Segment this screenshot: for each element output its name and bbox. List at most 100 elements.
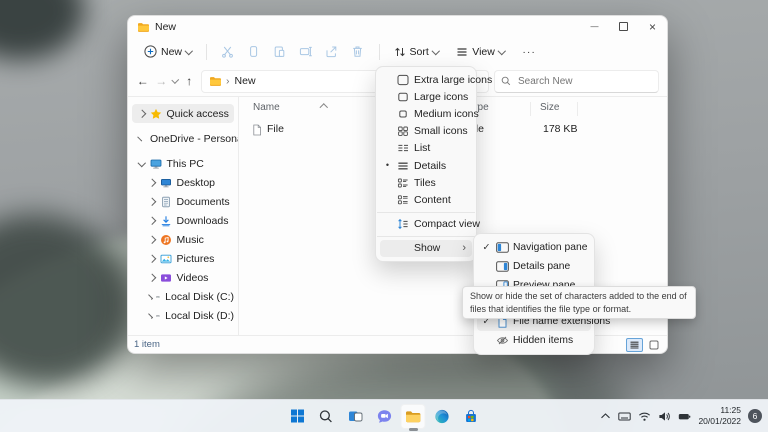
sidebar-item-videos[interactable]: Videos [132, 268, 234, 287]
submenu-item-navigation-pane[interactable]: ✓ Navigation pane [477, 238, 591, 257]
touch-keyboard-button[interactable] [618, 411, 631, 422]
menu-item-content[interactable]: Content [380, 191, 472, 208]
maximize-button[interactable] [609, 16, 638, 37]
minimize-icon: — [591, 22, 599, 31]
details-view-icon [396, 160, 409, 172]
menu-item-details[interactable]: • Details [380, 157, 472, 174]
sort-button[interactable]: Sort [388, 43, 445, 61]
sidebar-item-label: OneDrive - Personal [150, 133, 239, 145]
new-button[interactable]: New [138, 42, 198, 61]
minimize-button[interactable]: — [580, 16, 609, 37]
file-size: 178 KB [543, 123, 577, 135]
sidebar-item-this-pc[interactable]: This PC [132, 154, 234, 173]
file-icon [251, 124, 263, 136]
sidebar-item-onedrive[interactable]: OneDrive - Personal [132, 129, 234, 148]
see-more-button[interactable]: ··· [516, 43, 542, 61]
clock[interactable]: 11:25 20/01/2022 [698, 405, 741, 426]
recent-locations-button[interactable] [172, 76, 179, 83]
sidebar-item-desktop[interactable]: Desktop [132, 173, 234, 192]
menu-item-medium-icons[interactable]: Medium icons [380, 105, 472, 122]
submenu-item-details-pane[interactable]: Details pane [477, 257, 591, 276]
sort-button-label: Sort [410, 46, 429, 58]
sidebar-item-quick-access[interactable]: Quick access [132, 104, 234, 123]
copy-button[interactable] [247, 45, 261, 59]
search-icon [501, 76, 511, 86]
column-header-size[interactable]: Size [540, 102, 559, 113]
edge-button[interactable] [430, 404, 455, 429]
sidebar-item-local-disk-d[interactable]: Local Disk (D:) [132, 306, 234, 325]
breadcrumb-arrow: › [226, 75, 230, 87]
sort-arrows-icon [394, 46, 406, 58]
cut-button[interactable] [221, 45, 235, 59]
taskbar: 11:25 20/01/2022 6 [0, 399, 768, 432]
toolbar-separator [379, 44, 380, 60]
column-separator[interactable] [577, 102, 578, 116]
submenu-item-hidden-items[interactable]: Hidden items [477, 331, 591, 350]
thumbnail-view-icon [649, 340, 659, 350]
view-lines-icon [456, 46, 468, 58]
menu-item-small-icons[interactable]: Small icons [380, 123, 472, 140]
paste-button[interactable] [273, 45, 287, 59]
column-separator[interactable] [530, 102, 531, 116]
delete-button[interactable] [351, 45, 365, 59]
view-button[interactable]: View [450, 43, 510, 61]
view-button-label: View [472, 46, 495, 58]
breadcrumb-folder[interactable]: New [235, 75, 256, 87]
details-view-toggle[interactable] [626, 338, 643, 352]
large-icons-icon [396, 91, 409, 103]
chevron-right-icon [137, 136, 142, 141]
search-button[interactable] [314, 404, 339, 429]
maximize-icon [619, 22, 628, 31]
thumbnail-view-toggle[interactable] [646, 339, 661, 351]
sidebar-item-downloads[interactable]: Downloads [132, 211, 234, 230]
chevron-down-icon [185, 47, 193, 55]
search-icon [319, 409, 334, 424]
search-box[interactable] [494, 70, 659, 93]
notification-badge[interactable]: 6 [748, 409, 762, 423]
menu-item-extra-large-icons[interactable]: Extra large icons [380, 71, 472, 88]
task-view-button[interactable] [343, 404, 368, 429]
sidebar-item-label: Desktop [177, 177, 216, 189]
wifi-button[interactable] [638, 411, 651, 422]
sidebar-item-label: This PC [167, 158, 204, 170]
menu-item-show[interactable]: Show › [380, 240, 472, 257]
search-input[interactable] [516, 75, 652, 88]
menu-item-list[interactable]: List [380, 140, 472, 157]
sort-ascending-icon [320, 104, 328, 112]
medium-icons-icon [396, 108, 409, 120]
hidden-items-eye-icon [495, 335, 509, 346]
start-button[interactable] [285, 404, 310, 429]
sidebar-item-label: Pictures [177, 253, 215, 265]
sidebar-item-documents[interactable]: Documents [132, 192, 234, 211]
tooltip: Show or hide the set of characters added… [462, 286, 696, 319]
store-button[interactable] [459, 404, 484, 429]
close-button[interactable]: × [638, 16, 667, 37]
share-button[interactable] [325, 45, 339, 59]
menu-item-large-icons[interactable]: Large icons [380, 88, 472, 105]
battery-icon[interactable] [678, 411, 691, 422]
sidebar-item-local-disk-c[interactable]: Local Disk (C:) [132, 287, 234, 306]
sidebar-item-music[interactable]: Music [132, 230, 234, 249]
sidebar-item-pictures[interactable]: Pictures [132, 249, 234, 268]
chevron-right-icon [148, 236, 156, 244]
chat-button[interactable] [372, 404, 397, 429]
sidebar-item-label: Documents [177, 196, 230, 208]
up-button[interactable]: ↑ [183, 74, 196, 88]
back-button[interactable]: ← [136, 74, 149, 88]
download-icon [160, 215, 172, 227]
details-view-icon [630, 341, 639, 349]
rename-button[interactable] [299, 45, 313, 59]
toolbar-separator [206, 44, 207, 60]
menu-item-tiles[interactable]: Tiles [380, 174, 472, 191]
chevron-right-icon [148, 179, 156, 187]
show-hidden-icons-button[interactable] [600, 411, 611, 421]
extra-large-icons-icon [396, 74, 409, 86]
forward-button[interactable]: → [154, 74, 167, 88]
volume-button[interactable] [658, 411, 671, 422]
sidebar-item-label: Videos [177, 272, 209, 284]
column-header-name[interactable]: Name [253, 102, 280, 113]
window-title: New [155, 21, 176, 33]
menu-separator [377, 212, 475, 213]
menu-item-compact-view[interactable]: Compact view [380, 216, 472, 233]
file-explorer-button[interactable] [401, 404, 426, 429]
